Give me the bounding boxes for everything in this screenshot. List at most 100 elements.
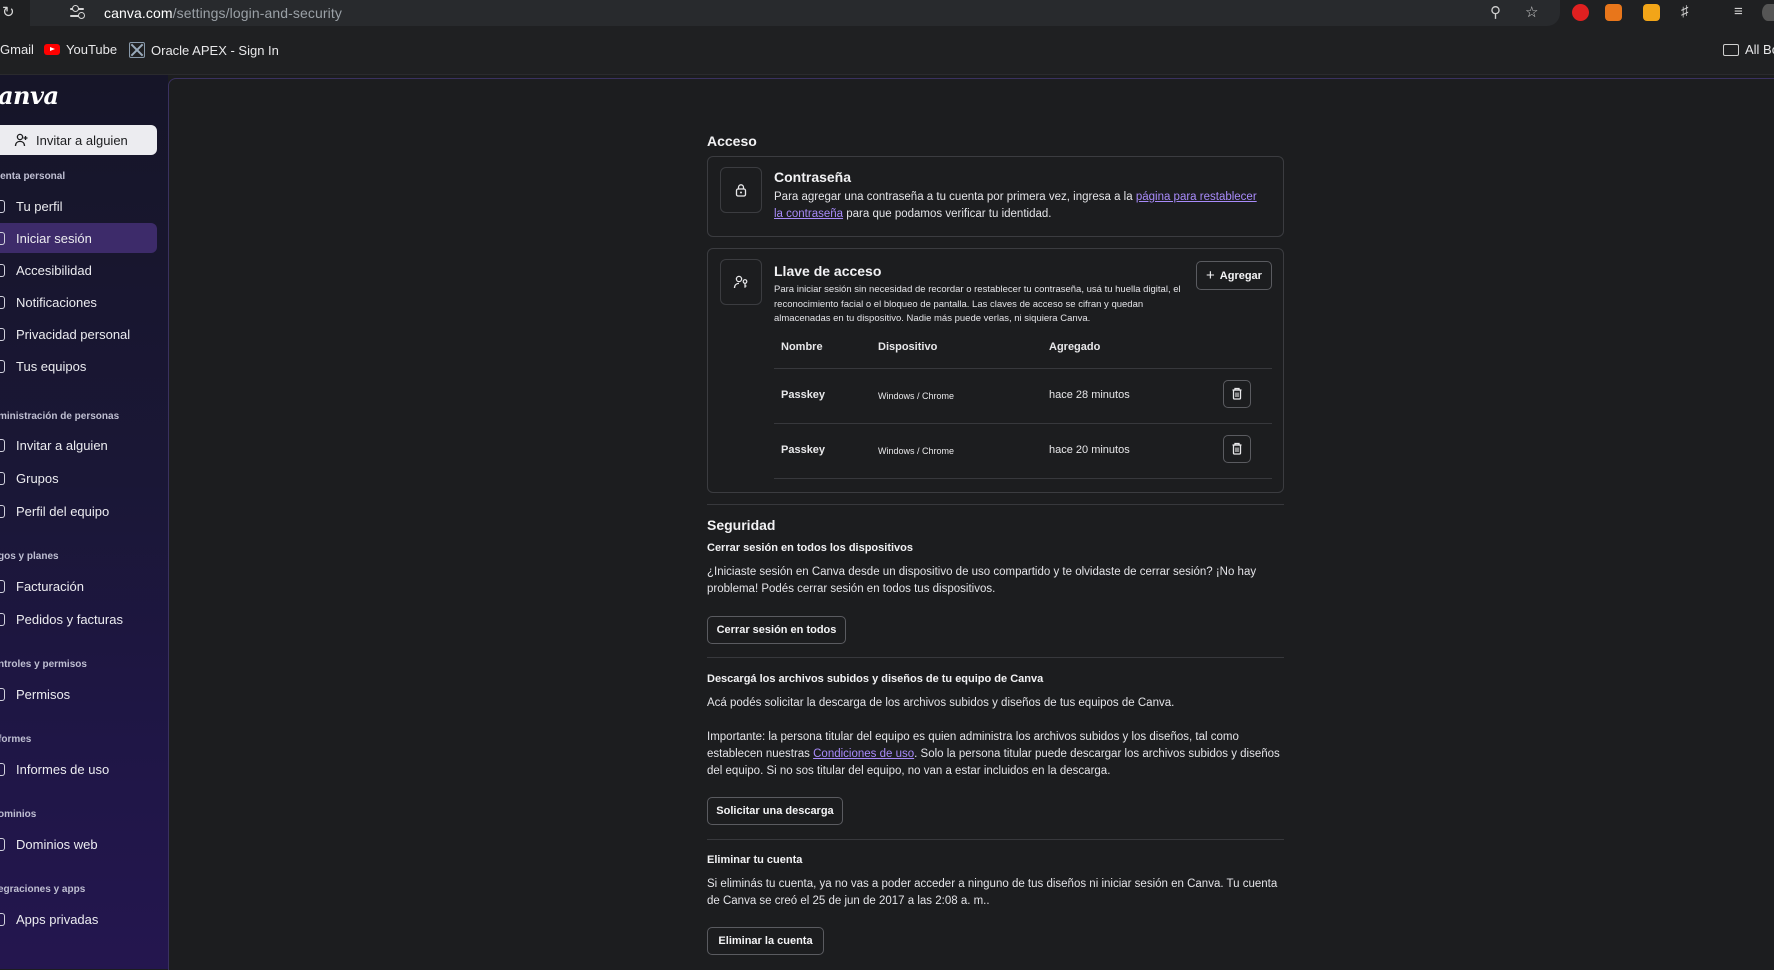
request-download-button[interactable]: Solicitar una descarga (707, 797, 843, 825)
sidebar-item-label: Dominios web (16, 836, 98, 852)
sidebar-item-label: Accesibilidad (16, 262, 92, 278)
billing-icon (0, 580, 5, 593)
section-title-billing: gos y planes (0, 551, 59, 562)
trash-icon (1232, 387, 1242, 400)
reload-icon[interactable]: ↻ (2, 3, 15, 21)
trash-icon (1232, 442, 1242, 455)
section-divider (707, 504, 1284, 505)
oracle-apex-icon (129, 42, 145, 58)
sidebar-item-profile[interactable]: Tu perfil (0, 191, 157, 221)
bookmark-label: Oracle APEX - Sign In (151, 42, 279, 58)
sidebar-item-invite[interactable]: Invitar a alguien (0, 430, 157, 460)
login-icon (0, 232, 5, 245)
accessibility-icon (0, 264, 5, 277)
bookmark-youtube[interactable]: YouTube (44, 42, 117, 57)
bookmark-star-icon[interactable]: ☆ (1525, 3, 1538, 21)
sidebar-item-label: Pedidos y facturas (16, 611, 123, 627)
passkey-name: Passkey (781, 389, 826, 401)
sidebar-item-login[interactable]: Iniciar sesión (0, 223, 157, 253)
sidebar-item-permissions[interactable]: Permisos (0, 679, 157, 709)
sidebar-item-web-domains[interactable]: Dominios web (0, 829, 157, 859)
bookmark-label: All Bo (1745, 42, 1774, 57)
section-title-integrations: egraciones y apps (0, 884, 86, 895)
media-playlist-icon[interactable]: ≡ (1734, 3, 1743, 20)
extension-adblock-icon[interactable] (1572, 4, 1589, 21)
sidebar-item-privacy[interactable]: Privacidad personal (0, 319, 157, 349)
sidebar-item-notifications[interactable]: Notificaciones (0, 287, 157, 317)
delete-passkey-button[interactable] (1223, 380, 1251, 408)
section-title-controls: ntroles y permisos (0, 659, 87, 670)
plus-icon: + (1206, 267, 1215, 284)
password-description: Para agregar una contraseña a tu cuenta … (774, 189, 1264, 223)
delete-passkey-button[interactable] (1223, 435, 1251, 463)
passkey-card: Llave de acceso + Agregar Para iniciar se… (707, 248, 1284, 493)
column-header-device: Dispositivo (878, 341, 938, 353)
delete-account-text: Si eliminás tu cuenta, ya no vas a poder… (707, 878, 1278, 907)
url-text[interactable]: canva.com/settings/login-and-security (104, 5, 342, 21)
all-bookmarks[interactable]: All Bo (1723, 42, 1774, 57)
column-header-name: Nombre (781, 341, 823, 353)
bookmark-oracle-apex[interactable]: Oracle APEX - Sign In (129, 42, 279, 58)
section-divider (707, 839, 1284, 840)
permissions-icon (0, 688, 5, 701)
zoom-icon[interactable]: ⚲ (1490, 3, 1501, 21)
groups-icon (0, 472, 5, 485)
address-bar[interactable]: canva.com/settings/login-and-security ⚲ … (30, 0, 1560, 26)
orders-icon (0, 613, 5, 626)
table-divider (774, 478, 1272, 479)
delete-account-title: Eliminar tu cuenta (707, 854, 803, 866)
bookmarks-bar: Gmail YouTube Oracle APEX - Sign In All … (0, 26, 1774, 75)
profile-avatar-icon[interactable] (1762, 4, 1774, 21)
url-host: canva.com (104, 5, 173, 21)
add-passkey-button[interactable]: + Agregar (1196, 261, 1272, 290)
extensions-puzzle-icon[interactable]: ♯ (1681, 3, 1689, 20)
sidebar-item-accessibility[interactable]: Accesibilidad (0, 255, 157, 285)
table-divider (774, 423, 1272, 424)
invite-someone-button[interactable]: Invitar a alguien (0, 125, 157, 155)
privacy-icon (0, 328, 5, 341)
sidebar-item-groups[interactable]: Grupos (0, 463, 157, 493)
reports-icon (0, 763, 5, 776)
invite-button-label: Invitar a alguien (36, 132, 128, 148)
bookmark-label: Gmail (0, 42, 34, 57)
sidebar-item-label: Facturación (16, 578, 84, 594)
password-card: Contraseña Para agregar una contraseña a… (707, 156, 1284, 237)
passkey-added: hace 20 minutos (1049, 444, 1130, 456)
extension-orange-icon[interactable] (1643, 4, 1660, 21)
sidebar-item-private-apps[interactable]: Apps privadas (0, 904, 157, 934)
folder-icon (1723, 43, 1739, 56)
sidebar-item-label: Privacidad personal (16, 326, 131, 342)
add-button-label: Agregar (1219, 269, 1262, 282)
logout-all-button[interactable]: Cerrar sesión en todos (707, 616, 846, 644)
url-path: /settings/login-and-security (172, 5, 342, 21)
sidebar-item-label: Tu perfil (16, 198, 63, 214)
sidebar-item-billing[interactable]: Facturación (0, 571, 157, 601)
download-title: Descargá los archivos subidos y diseños … (707, 673, 1044, 685)
extension-fox-icon[interactable] (1605, 4, 1622, 21)
section-title-reports: formes (0, 734, 32, 745)
settings-sidebar: anva Invitar a alguien uenta personal Tu… (0, 75, 168, 969)
sidebar-item-label: Invitar a alguien (16, 437, 108, 453)
passkey-device: Windows / Chrome (878, 391, 955, 401)
person-icon (0, 439, 5, 452)
sidebar-item-orders[interactable]: Pedidos y facturas (0, 604, 157, 634)
sidebar-item-team-profile[interactable]: Perfil del equipo (0, 496, 157, 526)
sidebar-item-label: Perfil del equipo (16, 503, 110, 519)
passkey-title: Llave de acceso (774, 263, 882, 279)
delete-account-button[interactable]: Eliminar la cuenta (707, 927, 824, 955)
terms-of-use-link[interactable]: Condiciones de uso (813, 748, 914, 760)
section-title-domains: ominios (0, 809, 37, 820)
bookmark-gmail[interactable]: Gmail (0, 42, 34, 57)
sidebar-item-label: Permisos (16, 686, 71, 702)
sidebar-item-label: Grupos (16, 470, 59, 486)
bookmark-label: YouTube (66, 42, 118, 57)
teams-icon (0, 360, 5, 373)
sidebar-item-usage-reports[interactable]: Informes de uso (0, 754, 157, 784)
apps-icon (0, 913, 5, 926)
canva-logo[interactable]: anva (0, 81, 59, 110)
passkey-icon (733, 275, 748, 289)
sidebar-item-teams[interactable]: Tus equipos (0, 351, 157, 381)
passkey-icon-box (720, 259, 762, 305)
sidebar-item-label: Informes de uso (16, 761, 110, 777)
site-settings-icon[interactable] (70, 5, 86, 19)
